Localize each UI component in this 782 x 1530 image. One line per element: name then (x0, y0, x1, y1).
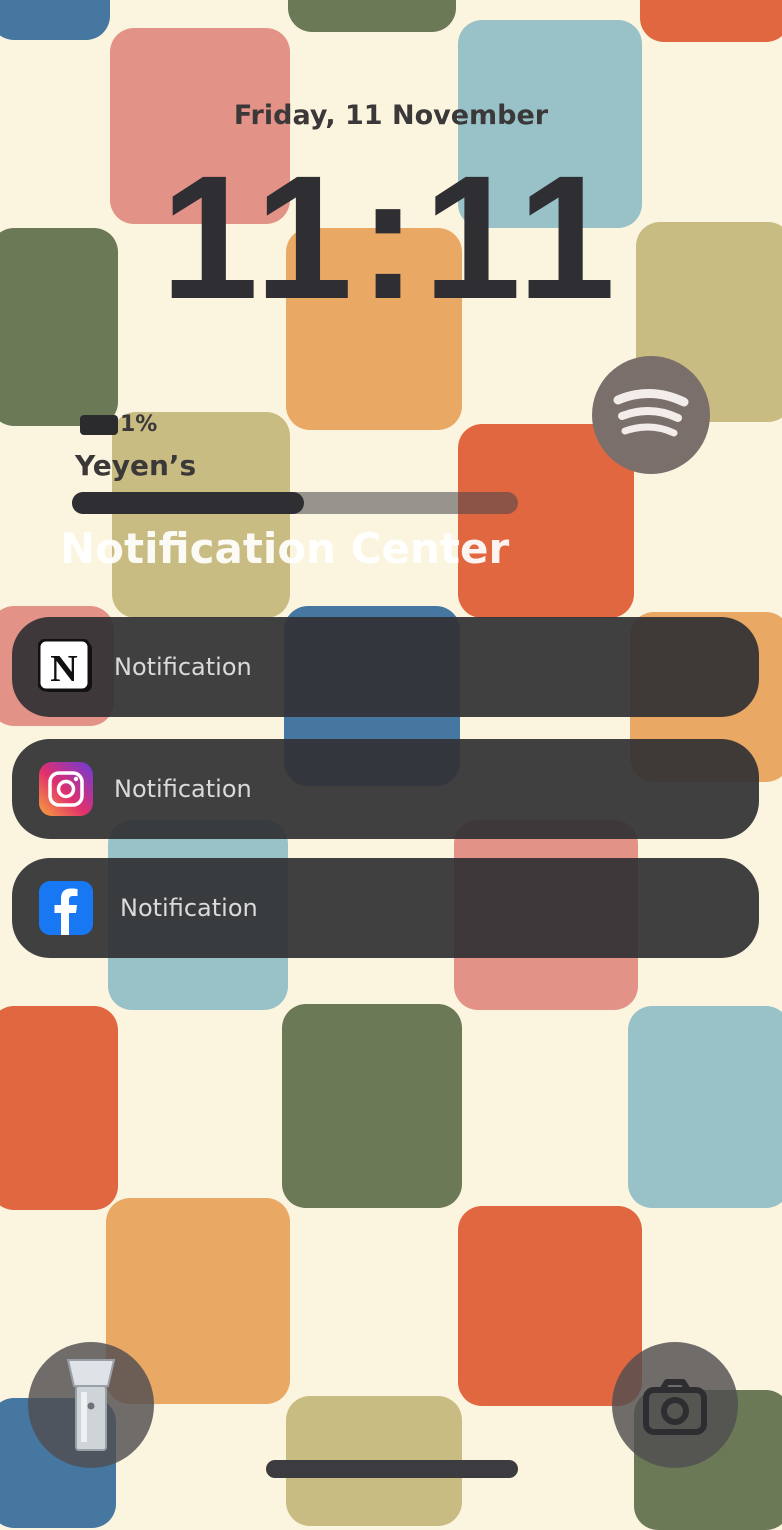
lockscreen-clock: 11:11 (160, 140, 622, 336)
svg-text:N: N (50, 648, 77, 690)
battery-indicator: 1% (80, 412, 157, 437)
notion-icon: N (38, 639, 94, 695)
battery-icon (80, 414, 118, 435)
camera-button[interactable] (612, 1342, 738, 1468)
notification-label: Notification (114, 653, 252, 681)
notification-center-title: Notification Center (60, 524, 510, 573)
media-progress-fill (72, 492, 304, 514)
notification-instagram[interactable]: Notification (12, 739, 759, 839)
flashlight-icon (66, 1359, 116, 1451)
battery-percent: 1% (120, 412, 158, 437)
home-indicator[interactable] (266, 1460, 518, 1478)
instagram-icon (38, 761, 94, 817)
device-name: Yeyen’s (75, 449, 197, 482)
notification-facebook[interactable]: Notification (12, 858, 759, 958)
camera-icon (643, 1379, 707, 1435)
spotify-button[interactable] (592, 356, 710, 474)
lockscreen-date: Friday, 11 November (233, 100, 549, 131)
notification-label: Notification (114, 775, 252, 803)
spotify-icon (613, 388, 689, 437)
facebook-icon (38, 880, 94, 936)
flashlight-button[interactable] (28, 1342, 154, 1468)
notification-label: Notification (120, 894, 258, 922)
media-progress-bar[interactable] (72, 492, 518, 514)
notification-notion[interactable]: N Notification (12, 617, 759, 717)
